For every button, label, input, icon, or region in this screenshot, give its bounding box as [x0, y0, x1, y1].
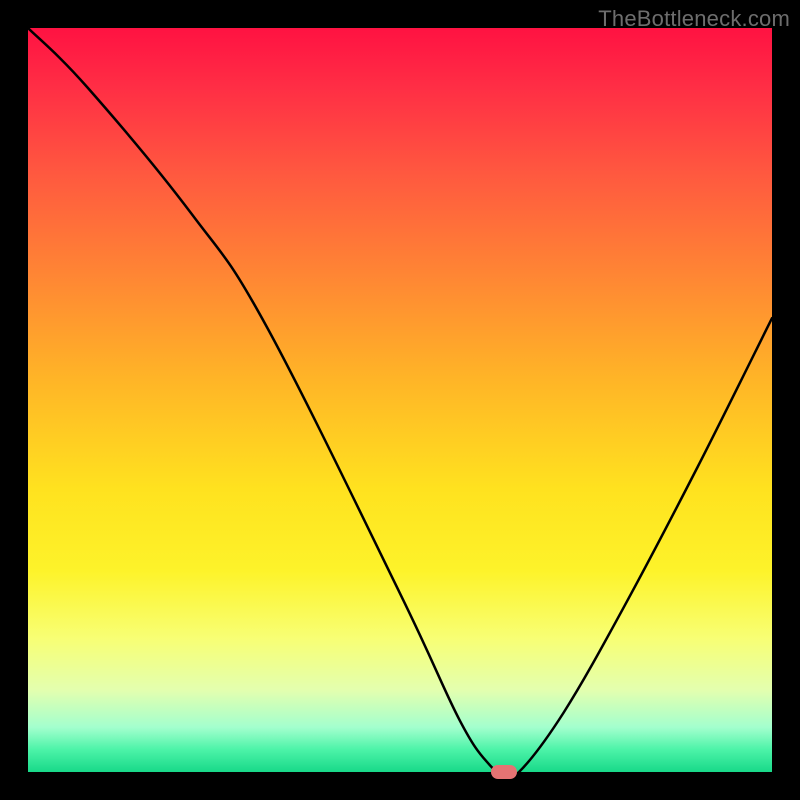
- chart-frame: TheBottleneck.com: [0, 0, 800, 800]
- bottleneck-curve: [28, 28, 772, 772]
- optimum-marker: [491, 765, 517, 779]
- plot-area: [28, 28, 772, 772]
- watermark-text: TheBottleneck.com: [598, 6, 790, 32]
- curve-path: [28, 28, 772, 777]
